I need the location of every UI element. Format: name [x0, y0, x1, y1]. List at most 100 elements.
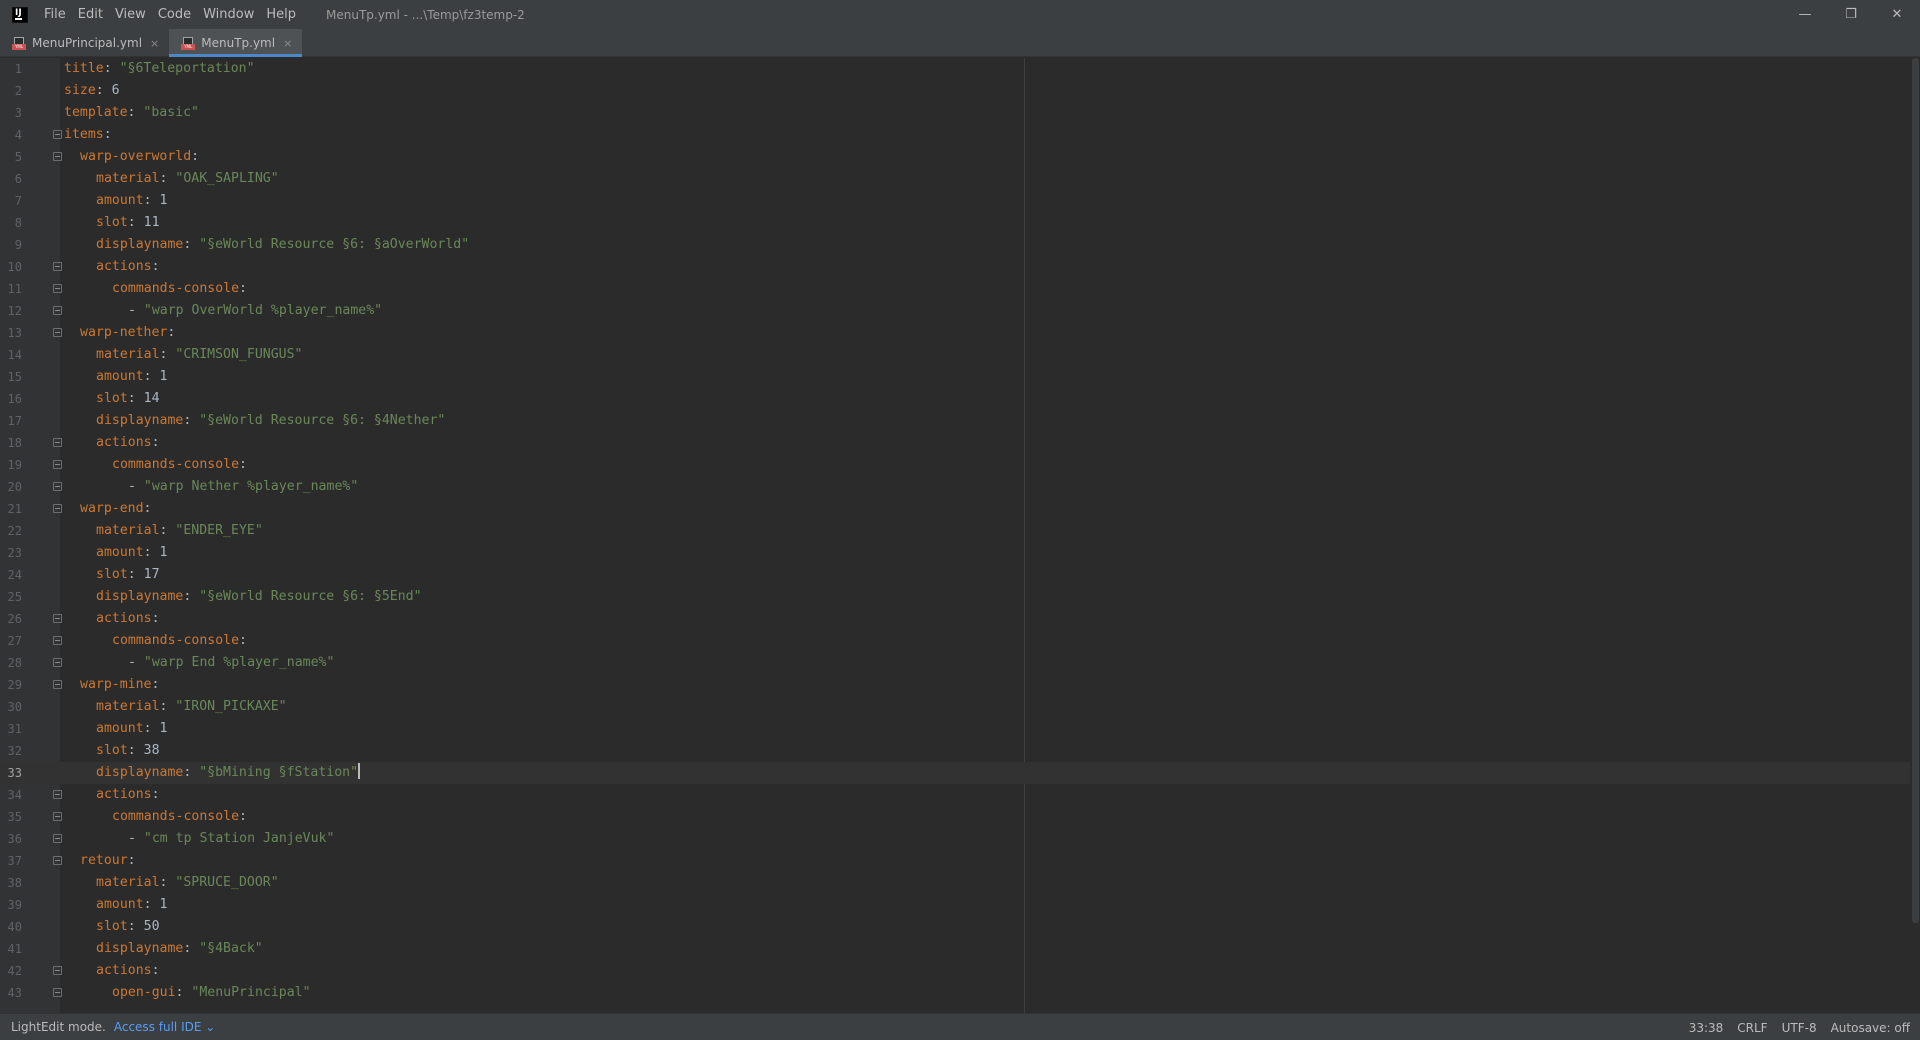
code-editor[interactable]: 1 title: "§6Teleportation" 2 size: 6 3 templa… — [0, 58, 1920, 1013]
tab-close-icon[interactable]: × — [150, 37, 159, 50]
fold-marker-icon[interactable] — [53, 614, 62, 623]
fold-marker-icon[interactable] — [53, 284, 62, 293]
fold-marker-icon[interactable] — [53, 482, 62, 491]
tab-menuprincipal[interactable]: YML MenuPrincipal.yml × — [0, 29, 169, 57]
tab-menutp[interactable]: YML MenuTp.yml × — [169, 29, 303, 57]
code-line[interactable]: 9 displayname: "§eWorld Resource §6: §aOv… — [0, 234, 1910, 256]
menu-edit[interactable]: Edit — [72, 0, 109, 29]
code-line[interactable]: 17 displayname: "§eWorld Resource §6: §4N… — [0, 410, 1910, 432]
code-line[interactable]: 13 warp-nether: — [0, 322, 1910, 344]
yaml-value: "§4Back" — [199, 941, 263, 956]
code-line[interactable]: 25 displayname: "§eWorld Resource §6: §5E… — [0, 586, 1910, 608]
code-line[interactable]: 21 warp-end: — [0, 498, 1910, 520]
fold-marker-icon[interactable] — [53, 856, 62, 865]
code-line[interactable]: 29 warp-mine: — [0, 674, 1910, 696]
code-line[interactable]: 26 actions: — [0, 608, 1910, 630]
code-line[interactable]: 12 - "warp OverWorld %player_name%" — [0, 300, 1910, 322]
code-line[interactable]: 16 slot: 14 — [0, 388, 1910, 410]
menu-view[interactable]: View — [109, 0, 152, 29]
code-line[interactable]: 22 material: "ENDER_EYE" — [0, 520, 1910, 542]
code-line[interactable]: 30 material: "IRON_PICKAXE" — [0, 696, 1910, 718]
code-line[interactable]: 34 actions: — [0, 784, 1910, 806]
line-number: 41 — [7, 942, 22, 956]
fold-marker-icon[interactable] — [53, 966, 62, 975]
code-line[interactable]: 20 - "warp Nether %player_name%" — [0, 476, 1910, 498]
code-line[interactable]: 7 amount: 1 — [0, 190, 1910, 212]
line-separator[interactable]: CRLF — [1737, 1021, 1767, 1035]
code-line[interactable]: 11 commands-console: — [0, 278, 1910, 300]
code-line[interactable]: 3 template: "basic" — [0, 102, 1910, 124]
code-line[interactable]: 8 slot: 11 — [0, 212, 1910, 234]
close-window-icon[interactable]: ✕ — [1874, 0, 1920, 29]
code-line[interactable]: 43 open-gui: "MenuPrincipal" — [0, 982, 1910, 1004]
intellij-logo-icon[interactable]: IJ — [12, 6, 28, 23]
menu-window[interactable]: Window — [197, 0, 260, 29]
fold-marker-icon[interactable] — [53, 460, 62, 469]
code-line[interactable]: 14 material: "CRIMSON_FUNGUS" — [0, 344, 1910, 366]
code-line[interactable]: 24 slot: 17 — [0, 564, 1910, 586]
code-line[interactable]: 5 warp-overworld: — [0, 146, 1910, 168]
code-line[interactable]: 6 material: "OAK_SAPLING" — [0, 168, 1910, 190]
code-line[interactable]: 39 amount: 1 — [0, 894, 1910, 916]
code-line[interactable]: 28 - "warp End %player_name%" — [0, 652, 1910, 674]
code-line[interactable]: 15 amount: 1 — [0, 366, 1910, 388]
caret-position[interactable]: 33:38 — [1689, 1021, 1724, 1035]
fold-marker-icon[interactable] — [53, 988, 62, 997]
code-line[interactable]: 10 actions: — [0, 256, 1910, 278]
file-encoding[interactable]: UTF-8 — [1782, 1021, 1817, 1035]
code-line[interactable]: 33 displayname: "§bMining §fStation" — [0, 762, 1910, 784]
yaml-key: material — [96, 347, 160, 362]
fold-marker-icon[interactable] — [53, 152, 62, 161]
code-line[interactable]: 42 actions: — [0, 960, 1910, 982]
code-line[interactable]: 32 slot: 38 — [0, 740, 1910, 762]
menu-help[interactable]: Help — [260, 0, 302, 29]
fold-marker-icon[interactable] — [53, 328, 62, 337]
code-line[interactable]: 37 retour: — [0, 850, 1910, 872]
code-line[interactable]: 19 commands-console: — [0, 454, 1910, 476]
fold-marker-icon[interactable] — [53, 504, 62, 513]
code-line[interactable]: 38 material: "SPRUCE_DOOR" — [0, 872, 1910, 894]
yaml-separator: : — [127, 215, 144, 230]
fold-marker-icon[interactable] — [53, 834, 62, 843]
yaml-value: 17 — [143, 567, 160, 582]
code-line[interactable]: 23 amount: 1 — [0, 542, 1910, 564]
fold-marker-icon[interactable] — [53, 636, 62, 645]
yaml-value: 1 — [159, 897, 168, 912]
code-text: amount: 1 — [96, 542, 167, 564]
code-line[interactable]: 1 title: "§6Teleportation" — [0, 58, 1910, 80]
code-line[interactable]: 31 amount: 1 — [0, 718, 1910, 740]
code-line[interactable]: 36 - "cm tp Station JanjeVuk" — [0, 828, 1910, 850]
tab-close-icon[interactable]: × — [283, 37, 292, 50]
fold-marker-icon[interactable] — [53, 262, 62, 271]
autosave-status[interactable]: Autosave: off — [1831, 1021, 1910, 1035]
yaml-separator: : — [143, 721, 160, 736]
menu-file[interactable]: File — [38, 0, 72, 29]
code-line[interactable]: 41 displayname: "§4Back" — [0, 938, 1910, 960]
fold-marker-icon[interactable] — [53, 306, 62, 315]
menu-code[interactable]: Code — [152, 0, 197, 29]
fold-marker-icon[interactable] — [53, 790, 62, 799]
access-full-ide-link[interactable]: Access full IDE ⌄ — [114, 1020, 215, 1034]
minimize-icon[interactable]: — — [1782, 0, 1828, 29]
code-line[interactable]: 2 size: 6 — [0, 80, 1910, 102]
code-text: actions: — [96, 256, 160, 278]
yaml-separator: : — [159, 347, 176, 362]
yaml-key: commands-console — [112, 809, 240, 824]
yaml-separator: : — [143, 501, 152, 516]
code-line[interactable]: 27 commands-console: — [0, 630, 1910, 652]
code-line[interactable]: 40 slot: 50 — [0, 916, 1910, 938]
yaml-key: material — [96, 171, 160, 186]
code-line[interactable]: 4 items: — [0, 124, 1910, 146]
scroll-thumb[interactable] — [1912, 58, 1919, 923]
fold-marker-icon[interactable] — [53, 130, 62, 139]
restore-icon[interactable]: ❐ — [1828, 0, 1874, 29]
code-line[interactable]: 18 actions: — [0, 432, 1910, 454]
yaml-value: "§eWorld Resource §6: §aOverWorld" — [199, 237, 470, 252]
code-text: material: "CRIMSON_FUNGUS" — [96, 344, 302, 366]
fold-marker-icon[interactable] — [53, 680, 62, 689]
fold-marker-icon[interactable] — [53, 812, 62, 821]
vertical-scrollbar[interactable] — [1910, 58, 1920, 1013]
fold-marker-icon[interactable] — [53, 658, 62, 667]
code-line[interactable]: 35 commands-console: — [0, 806, 1910, 828]
fold-marker-icon[interactable] — [53, 438, 62, 447]
